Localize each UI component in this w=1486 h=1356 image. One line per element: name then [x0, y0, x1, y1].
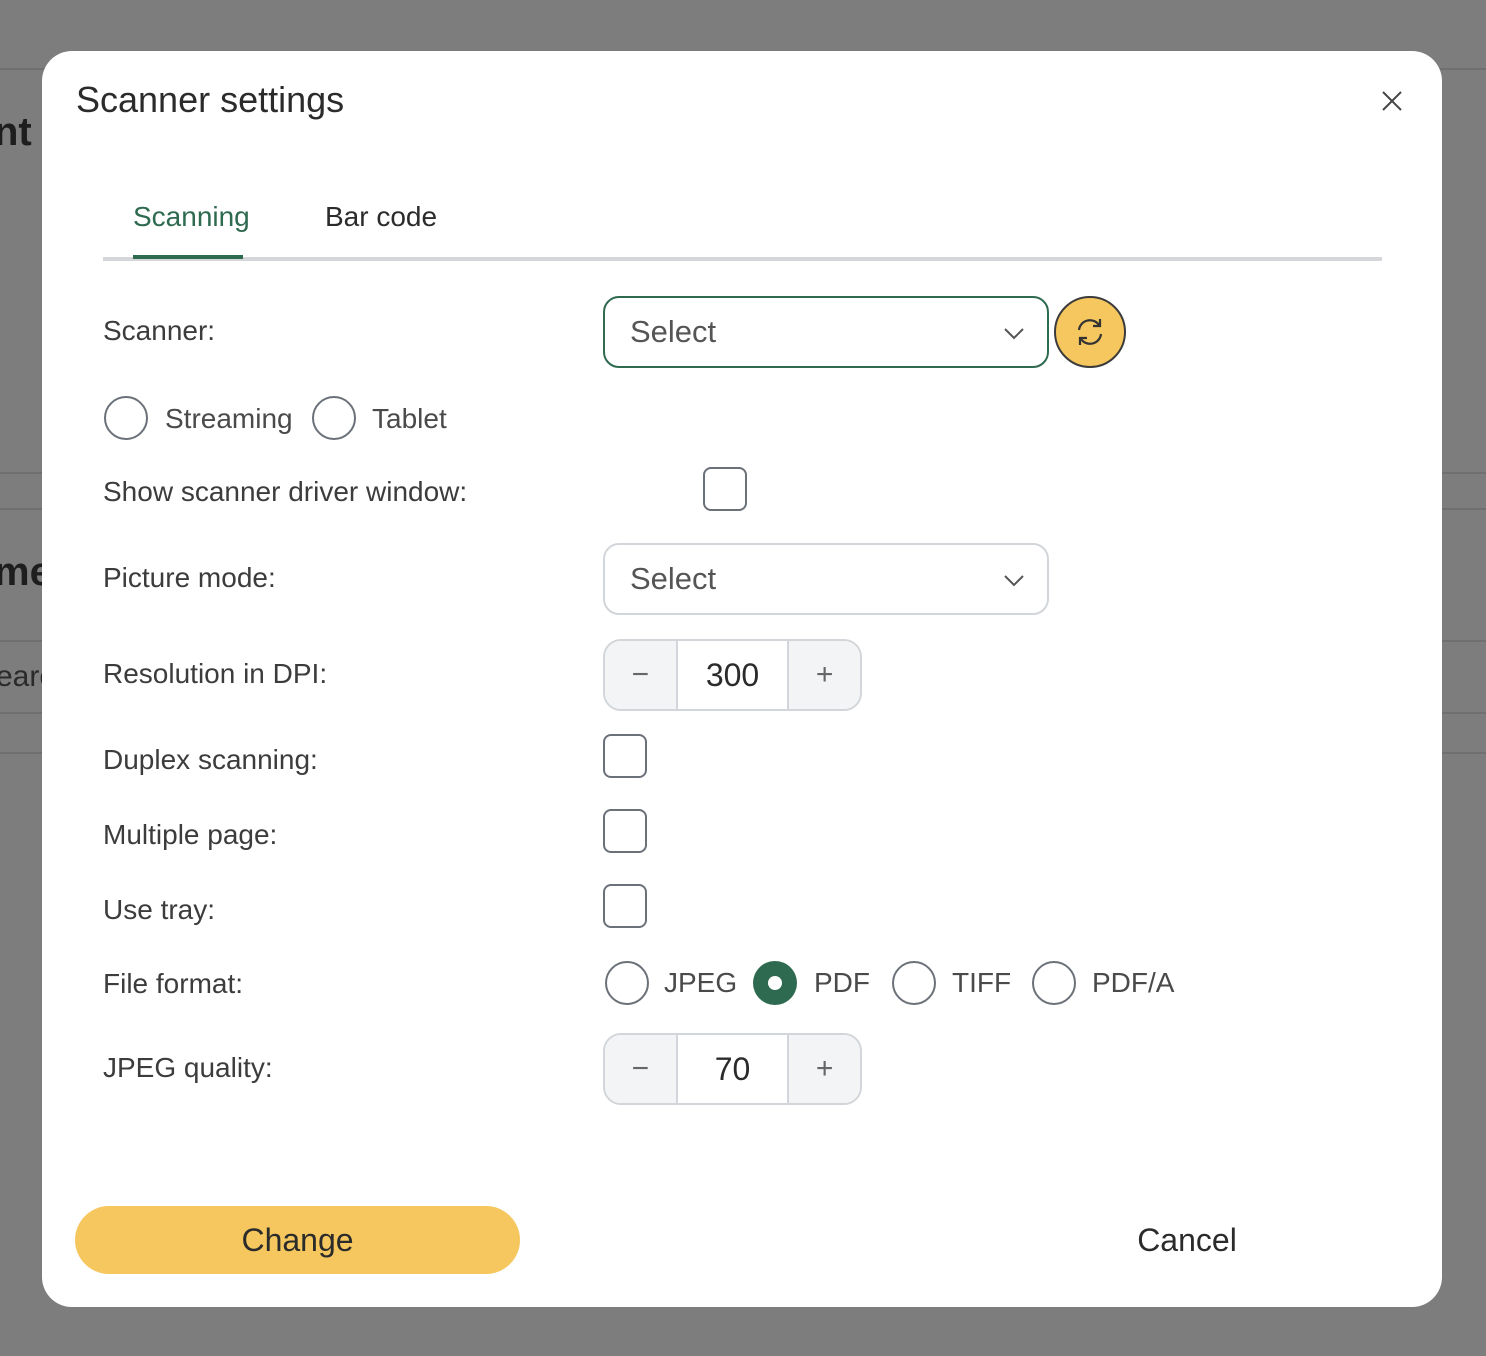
dialog-title: Scanner settings [76, 79, 345, 120]
radio-tiff[interactable] [892, 961, 936, 1005]
picture-mode-select-value: Select [630, 561, 717, 596]
chevron-down-icon [1004, 575, 1024, 587]
change-button[interactable]: Change [75, 1206, 520, 1274]
resolution-value[interactable]: 300 [675, 641, 790, 709]
scanner-select-value: Select [630, 314, 717, 349]
picture-mode-select[interactable]: Select [603, 543, 1049, 615]
radio-streaming-label: Streaming [165, 403, 293, 434]
use-tray-label: Use tray: [103, 894, 216, 925]
jpeg-quality-label: JPEG quality: [103, 1052, 273, 1083]
refresh-icon [1077, 319, 1103, 345]
tab-bar-code[interactable]: Bar code [325, 201, 437, 233]
multiple-page-checkbox[interactable] [603, 809, 647, 853]
close-button[interactable] [1374, 83, 1410, 119]
jpeg-quality-decrement-button[interactable]: − [605, 1035, 676, 1103]
jpeg-quality-increment-button[interactable]: + [789, 1035, 860, 1103]
jpeg-quality-stepper: − 70 + [603, 1033, 862, 1105]
radio-streaming[interactable] [104, 396, 148, 440]
refresh-scanners-button[interactable] [1054, 296, 1126, 368]
chevron-down-icon [1004, 328, 1024, 340]
resolution-label: Resolution in DPI: [103, 658, 328, 689]
active-tab-indicator [133, 255, 243, 259]
radio-tablet[interactable] [312, 396, 356, 440]
radio-tablet-label: Tablet [372, 403, 447, 434]
tab-bar: Scanning Bar code [103, 201, 1382, 261]
show-driver-window-checkbox[interactable] [703, 467, 747, 511]
duplex-label: Duplex scanning: [103, 744, 318, 775]
jpeg-quality-value[interactable]: 70 [675, 1035, 790, 1103]
multiple-page-label: Multiple page: [103, 819, 278, 850]
radio-jpeg[interactable] [605, 961, 649, 1005]
radio-pdf-label: PDF [814, 967, 870, 998]
file-format-label: File format: [103, 968, 244, 999]
scanner-select[interactable]: Select [603, 296, 1049, 368]
cancel-button[interactable]: Cancel [1122, 1206, 1252, 1274]
scanner-label: Scanner: [103, 315, 216, 346]
resolution-decrement-button[interactable]: − [605, 641, 676, 709]
resolution-stepper: − 300 + [603, 639, 862, 711]
tab-scanning[interactable]: Scanning [133, 201, 250, 233]
picture-mode-label: Picture mode: [103, 562, 276, 593]
scanner-settings-dialog: Scanner settings Scanning Bar code Scann… [42, 51, 1442, 1307]
radio-pdfa-label: PDF/A [1092, 967, 1175, 998]
radio-pdfa[interactable] [1032, 961, 1076, 1005]
radio-jpeg-label: JPEG [664, 967, 738, 998]
close-icon [1382, 91, 1402, 111]
radio-tiff-label: TIFF [952, 967, 1012, 998]
show-driver-window-label: Show scanner driver window: [103, 476, 468, 507]
radio-pdf[interactable] [753, 961, 797, 1005]
resolution-increment-button[interactable]: + [789, 641, 860, 709]
use-tray-checkbox[interactable] [603, 884, 647, 928]
duplex-checkbox[interactable] [603, 734, 647, 778]
